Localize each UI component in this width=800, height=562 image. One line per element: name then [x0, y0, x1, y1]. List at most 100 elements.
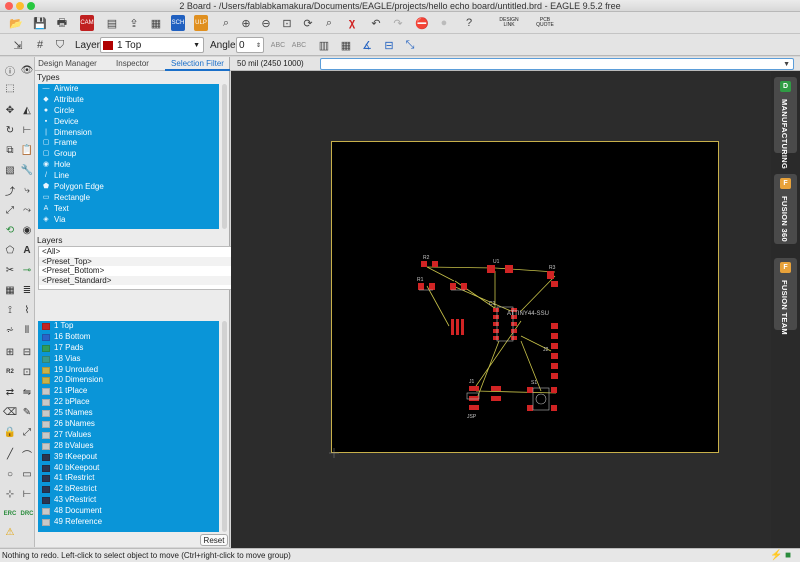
ratsnest-icon[interactable]: χ — [344, 15, 360, 31]
align-vertical-icon[interactable]: ⊟ — [381, 37, 397, 53]
undo-icon[interactable]: ↶ — [368, 15, 384, 31]
lightning-icon[interactable]: ⚡ — [770, 549, 782, 562]
save-icon[interactable]: 💾 — [32, 15, 48, 31]
pcb-quote-button[interactable]: PCB QUOTE — [533, 15, 557, 31]
layer-item[interactable]: 18 Vias — [38, 354, 219, 365]
sch-button[interactable]: SCH — [171, 15, 185, 31]
mirror-text-icon[interactable]: ABC — [270, 37, 286, 53]
manufacturing-tab[interactable]: D MANUFACTURING — [774, 77, 797, 169]
layer-item[interactable]: 28 bValues — [38, 441, 219, 452]
grid-icon[interactable]: # — [32, 37, 48, 53]
help-icon[interactable]: ? — [461, 15, 477, 31]
type-item-polygon-edge[interactable]: ⬟ Polygon Edge — [38, 182, 219, 193]
layer-item[interactable]: 21 tPlace — [38, 386, 219, 397]
layer-item[interactable]: 22 bPlace — [38, 397, 219, 408]
circle-tool-icon[interactable]: ○ — [3, 467, 17, 481]
group-icon[interactable]: ▧ — [3, 163, 17, 177]
align-left-icon[interactable]: ▥ — [316, 37, 332, 53]
name-tool-icon[interactable]: R2 — [3, 365, 17, 379]
chevron-down-icon[interactable]: ▼ — [783, 59, 790, 70]
lock-icon[interactable]: 🔒 — [3, 425, 17, 439]
layer-item[interactable]: 39 tKeepout — [38, 452, 219, 463]
go-icon[interactable]: ● — [436, 15, 452, 31]
split-icon[interactable]: ✂ — [3, 263, 17, 277]
zoom-window-button[interactable] — [27, 2, 35, 10]
route-icon[interactable]: ⤴ — [3, 183, 17, 198]
board-canvas[interactable]: R2 R1 U1 C1 R3 J1 S1 J2 JSP ATTINY44-SSU — [231, 71, 771, 548]
paste-icon[interactable]: 📋 — [20, 143, 34, 157]
redraw-icon[interactable]: ⟳ — [300, 15, 316, 31]
print-icon[interactable]: 🖶 — [54, 15, 70, 31]
zoom-select-icon[interactable]: ⌕ — [321, 15, 337, 31]
ripup-icon[interactable]: ⤢ — [3, 203, 17, 217]
info-icon[interactable]: ⓘ — [3, 63, 17, 78]
via-tool-icon[interactable]: ◉ — [20, 223, 34, 237]
preset-item[interactable]: <Preset_Top> — [39, 256, 260, 266]
value-tool-icon[interactable]: ⊡ — [20, 365, 34, 379]
select-icon[interactable]: ⬚ — [3, 81, 17, 95]
zoom-in-icon[interactable]: ⊕ — [238, 15, 254, 31]
fanout-icon[interactable]: ⤷ — [20, 183, 34, 197]
warning-icon[interactable]: ⚠ — [3, 525, 17, 539]
design-link-button[interactable]: DESIGN LINK — [497, 15, 521, 31]
drc-icon[interactable]: DRC — [20, 507, 34, 521]
zoom-area-icon[interactable]: ⊡ — [279, 15, 295, 31]
gate-swap-icon[interactable]: ⇋ — [20, 385, 34, 399]
command-input[interactable]: ▼ — [320, 58, 794, 70]
add-part-icon[interactable]: ⊞ — [3, 345, 17, 359]
type-item-circle[interactable]: ● Circle — [38, 106, 219, 117]
pin-swap-icon[interactable]: ⇄ — [3, 385, 17, 399]
meander-icon[interactable]: ⌇ — [20, 303, 34, 317]
zoom-fit-icon[interactable]: ⌕ — [218, 15, 234, 31]
layer-stack-icon[interactable]: ≣ — [20, 283, 34, 297]
replace-icon[interactable]: ⊟ — [20, 345, 34, 359]
info-icon[interactable]: ⇲ — [10, 37, 26, 53]
tune-icon[interactable]: ⩫ — [3, 323, 17, 337]
layer-item[interactable]: 40 bKeepout — [38, 463, 219, 474]
filter-icon[interactable]: ⛉ — [52, 37, 68, 53]
type-item-frame[interactable]: ▢ Frame — [38, 138, 219, 149]
type-item-text[interactable]: A Text — [38, 204, 219, 215]
tab-inspector[interactable]: Inspector — [100, 57, 165, 71]
move-icon[interactable]: ✥ — [3, 103, 17, 117]
minimize-window-button[interactable] — [16, 2, 24, 10]
hole-tool-icon[interactable]: ⊹ — [3, 487, 17, 501]
layer-item[interactable]: 48 Document — [38, 506, 219, 517]
type-item-group[interactable]: ▢ Group — [38, 149, 219, 160]
type-item-via[interactable]: ◈ Via — [38, 215, 219, 226]
open-file-icon[interactable]: 📂 — [8, 15, 24, 31]
layer-item[interactable]: 41 tRestrict — [38, 473, 219, 484]
reset-button[interactable]: Reset — [200, 534, 228, 546]
preset-item[interactable]: <Preset_Bottom> — [39, 266, 260, 276]
dimension-tool-icon[interactable]: ⟟ — [3, 303, 17, 317]
fusion-360-tab[interactable]: F FUSION 360 — [774, 174, 797, 244]
angle-select[interactable]: 0 ⇕ — [236, 37, 264, 53]
type-item-line[interactable]: / Line — [38, 171, 219, 182]
layer-item[interactable]: 19 Unrouted — [38, 365, 219, 376]
type-item-dimension[interactable]: | Dimension — [38, 128, 219, 139]
optimize-icon[interactable]: ⤳ — [20, 203, 34, 217]
erc-icon[interactable]: ERC — [3, 507, 17, 521]
rotate-icon[interactable]: ↻ — [3, 123, 17, 137]
rectangle-tool-icon[interactable]: ▭ — [20, 467, 34, 481]
close-window-button[interactable] — [5, 2, 13, 10]
align-center-icon[interactable]: ▦ — [338, 37, 354, 53]
type-item-airwire[interactable]: — Airwire — [38, 84, 219, 95]
mark-icon[interactable]: ⤢ — [20, 425, 34, 439]
cam-button[interactable]: CAM — [80, 15, 94, 31]
copy-icon[interactable]: ⧉ — [3, 143, 17, 157]
preset-item[interactable]: <All> — [39, 247, 260, 257]
align-icon[interactable]: ⊢ — [20, 123, 34, 137]
arc-tool-icon[interactable]: ⌒ — [20, 447, 34, 462]
type-item-hole[interactable]: ◉ Hole — [38, 160, 219, 171]
redo-icon[interactable]: ↷ — [390, 15, 406, 31]
signal-icon[interactable]: ⊸ — [20, 263, 34, 277]
layer-item[interactable]: 26 bNames — [38, 419, 219, 430]
tab-design-manager[interactable]: Design Manager — [35, 57, 100, 71]
angle-snap-icon[interactable]: ∡ — [359, 37, 375, 53]
layer-item[interactable]: 43 vRestrict — [38, 495, 219, 506]
layer-item[interactable]: 16 Bottom — [38, 332, 219, 343]
layer-item[interactable]: 17 Pads — [38, 343, 219, 354]
smash-icon[interactable]: ▦ — [3, 283, 17, 297]
export-icon[interactable]: ⇪ — [126, 15, 142, 31]
